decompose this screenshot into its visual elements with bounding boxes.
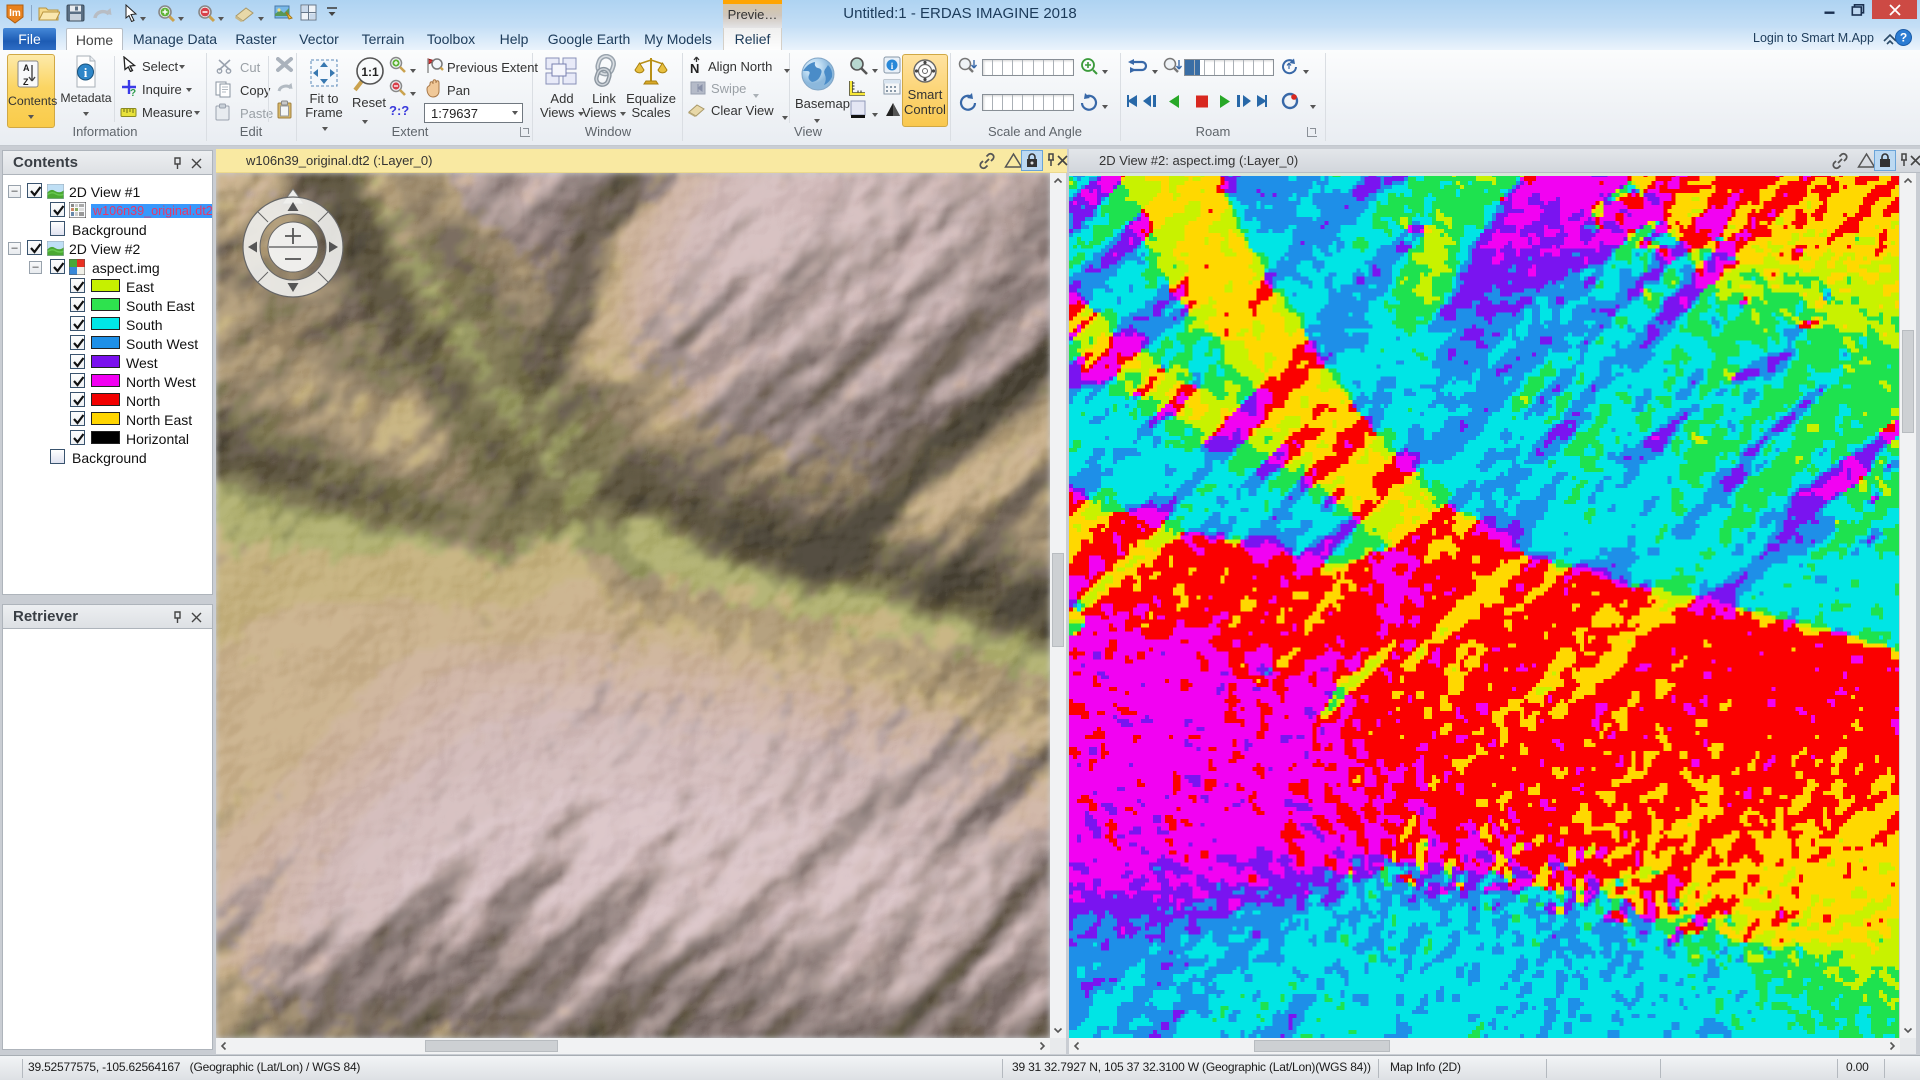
svg-text:1:1: 1:1 [361, 65, 379, 79]
svg-text:i: i [84, 65, 88, 80]
svg-text:Z: Z [23, 77, 29, 87]
svg-text:Im: Im [9, 8, 21, 19]
svg-text:A: A [23, 63, 30, 73]
svg-text:?: ? [1900, 31, 1907, 45]
svg-text:N: N [690, 61, 699, 75]
svg-text:?: ? [130, 88, 136, 97]
